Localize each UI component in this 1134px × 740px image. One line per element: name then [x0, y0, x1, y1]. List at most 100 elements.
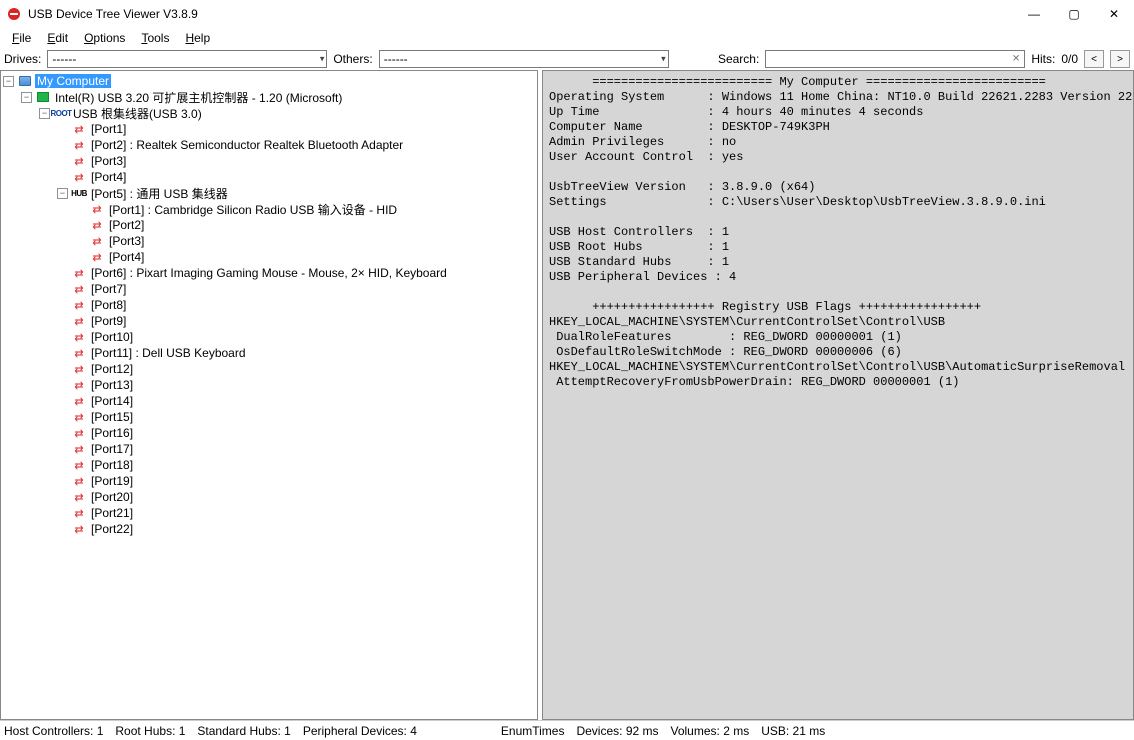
- collapse-icon[interactable]: −: [39, 108, 50, 119]
- others-combo[interactable]: ------ ▾: [379, 50, 669, 68]
- minimize-button[interactable]: —: [1014, 0, 1054, 28]
- controller-icon: [35, 90, 51, 104]
- tree-port[interactable]: ⇄[Port2]: [75, 217, 535, 233]
- tree-port-label: [Port8]: [89, 298, 128, 312]
- drives-value: ------: [52, 52, 76, 66]
- toolbar: Drives: ------ ▾ Others: ------ ▾ Search…: [0, 48, 1134, 70]
- usb-port-icon: ⇄: [71, 394, 87, 408]
- hits-value: 0/0: [1061, 52, 1078, 66]
- tree-port[interactable]: ⇄[Port3]: [57, 153, 535, 169]
- prev-hit-button[interactable]: <: [1084, 50, 1104, 68]
- tree-port[interactable]: ⇄[Port4]: [57, 169, 535, 185]
- search-input[interactable]: ✕: [765, 50, 1025, 68]
- menu-file[interactable]: File: [4, 29, 39, 47]
- tree-port[interactable]: ⇄[Port19]: [57, 473, 535, 489]
- usb-port-icon: ⇄: [71, 378, 87, 392]
- tree-port[interactable]: ⇄[Port20]: [57, 489, 535, 505]
- usb-port-icon: ⇄: [71, 490, 87, 504]
- usb-port-icon: ⇄: [89, 234, 105, 248]
- search-label: Search:: [718, 52, 759, 66]
- tree-port[interactable]: ⇄[Port12]: [57, 361, 535, 377]
- tree-port[interactable]: ⇄[Port7]: [57, 281, 535, 297]
- tree-port[interactable]: ⇄[Port21]: [57, 505, 535, 521]
- menu-tools[interactable]: Tools: [133, 29, 177, 47]
- usb-port-icon: ⇄: [71, 522, 87, 536]
- others-value: ------: [384, 52, 408, 66]
- usb-port-icon: ⇄: [71, 170, 87, 184]
- usb-port-icon: ⇄: [71, 474, 87, 488]
- tree-port[interactable]: ⇄[Port6] : Pixart Imaging Gaming Mouse -…: [57, 265, 535, 281]
- usb-port-icon: ⇄: [71, 426, 87, 440]
- tree-port[interactable]: ⇄[Port9]: [57, 313, 535, 329]
- tree-port-label: [Port12]: [89, 362, 135, 376]
- next-hit-button[interactable]: >: [1110, 50, 1130, 68]
- tree-port-label: [Port10]: [89, 330, 135, 344]
- info-pane[interactable]: ========================= My Computer ==…: [542, 70, 1134, 720]
- title-bar: USB Device Tree Viewer V3.8.9 — ▢ ✕: [0, 0, 1134, 28]
- usb-device-icon: ⇄: [71, 266, 87, 280]
- tree-port-label: [Port7]: [89, 282, 128, 296]
- drives-label: Drives:: [4, 52, 41, 66]
- others-label: Others:: [333, 52, 372, 66]
- tree-port-label: [Port11] : Dell USB Keyboard: [89, 346, 248, 360]
- menu-help[interactable]: Help: [177, 29, 218, 47]
- tree-port[interactable]: ⇄[Port17]: [57, 441, 535, 457]
- tree-port[interactable]: ⇄[Port2] : Realtek Semiconductor Realtek…: [57, 137, 535, 153]
- status-enumtimes-label: EnumTimes: [501, 724, 565, 738]
- tree-port[interactable]: ⇄[Port8]: [57, 297, 535, 313]
- tree-hub5-label: [Port5] : 通用 USB 集线器: [89, 185, 230, 202]
- tree-port[interactable]: ⇄[Port22]: [57, 521, 535, 537]
- tree-root[interactable]: − My Computer: [3, 73, 535, 89]
- close-button[interactable]: ✕: [1094, 0, 1134, 28]
- maximize-button[interactable]: ▢: [1054, 0, 1094, 28]
- tree-port-label: [Port20]: [89, 490, 135, 504]
- tree-port-label: [Port3]: [89, 154, 128, 168]
- usb-port-icon: ⇄: [71, 282, 87, 296]
- menu-edit[interactable]: Edit: [39, 29, 76, 47]
- usb-device-icon: ⇄: [71, 138, 87, 152]
- usb-port-icon: ⇄: [71, 122, 87, 136]
- tree-port[interactable]: ⇄[Port18]: [57, 457, 535, 473]
- collapse-icon[interactable]: −: [21, 92, 32, 103]
- tree-hub5[interactable]: − HUB [Port5] : 通用 USB 集线器: [57, 185, 535, 201]
- tree-port[interactable]: ⇄[Port13]: [57, 377, 535, 393]
- usb-port-icon: ⇄: [71, 506, 87, 520]
- collapse-icon[interactable]: −: [3, 76, 14, 87]
- tree-port[interactable]: ⇄[Port10]: [57, 329, 535, 345]
- app-icon: [6, 6, 22, 22]
- usb-port-icon: ⇄: [71, 154, 87, 168]
- tree-port[interactable]: ⇄[Port1]: [57, 121, 535, 137]
- tree-port-label: [Port17]: [89, 442, 135, 456]
- main-area: − My Computer − Intel(R) USB 3.20 可扩展主机控…: [0, 70, 1134, 720]
- tree-port[interactable]: ⇄[Port16]: [57, 425, 535, 441]
- clear-icon[interactable]: ✕: [1012, 54, 1020, 65]
- hits-label: Hits:: [1031, 52, 1055, 66]
- tree-controller-label: Intel(R) USB 3.20 可扩展主机控制器 - 1.20 (Micro…: [53, 89, 344, 106]
- tree-port[interactable]: ⇄[Port14]: [57, 393, 535, 409]
- collapse-icon[interactable]: −: [57, 188, 68, 199]
- tree-port-label: [Port2] : Realtek Semiconductor Realtek …: [89, 138, 405, 152]
- tree-port-label: [Port3]: [107, 234, 146, 248]
- usb-port-icon: ⇄: [71, 330, 87, 344]
- tree-port-label: [Port6] : Pixart Imaging Gaming Mouse - …: [89, 266, 449, 280]
- drives-combo[interactable]: ------ ▾: [47, 50, 327, 68]
- tree-port[interactable]: ⇄[Port15]: [57, 409, 535, 425]
- tree-port[interactable]: ⇄[Port1] : Cambridge Silicon Radio USB 输…: [75, 201, 535, 217]
- menu-options[interactable]: Options: [76, 29, 133, 47]
- tree-pane[interactable]: − My Computer − Intel(R) USB 3.20 可扩展主机控…: [0, 70, 538, 720]
- tree-port-label: [Port16]: [89, 426, 135, 440]
- tree-port-label: [Port4]: [107, 250, 146, 264]
- tree-controller[interactable]: − Intel(R) USB 3.20 可扩展主机控制器 - 1.20 (Mic…: [21, 89, 535, 105]
- tree-root-label: My Computer: [35, 74, 111, 88]
- status-devices: Devices: 92 ms: [576, 724, 658, 738]
- chevron-down-icon: ▾: [320, 54, 325, 65]
- tree-port-label: [Port1] : Cambridge Silicon Radio USB 输入…: [107, 201, 399, 218]
- tree-port[interactable]: ⇄[Port4]: [75, 249, 535, 265]
- usb-port-icon: ⇄: [89, 250, 105, 264]
- usb-port-icon: ⇄: [71, 314, 87, 328]
- usb-port-icon: ⇄: [89, 218, 105, 232]
- tree-port-label: [Port1]: [89, 122, 128, 136]
- tree-port[interactable]: ⇄[Port3]: [75, 233, 535, 249]
- tree-port[interactable]: ⇄[Port11] : Dell USB Keyboard: [57, 345, 535, 361]
- tree-root-hub[interactable]: − ROOT USB 根集线器(USB 3.0): [39, 105, 535, 121]
